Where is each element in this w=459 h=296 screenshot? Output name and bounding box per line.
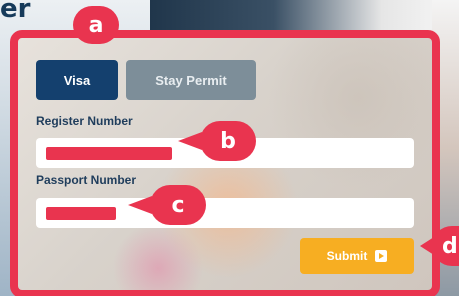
page: er Visa Stay Permit Register Number Pass…: [0, 0, 459, 296]
page-heading-fragment: er: [0, 0, 31, 24]
passport-number-label: Passport Number: [36, 173, 137, 187]
visa-check-form: Visa Stay Permit Register Number Passpor…: [10, 30, 440, 296]
register-number-redaction: [46, 147, 172, 160]
callout-b: b: [178, 121, 256, 161]
tab-stay-permit[interactable]: Stay Permit: [126, 60, 256, 100]
passport-number-field[interactable]: [36, 198, 414, 228]
register-number-label: Register Number: [36, 114, 133, 128]
passport-number-redaction: [46, 207, 116, 220]
submit-label: Submit: [326, 249, 368, 263]
tab-visa[interactable]: Visa: [36, 60, 118, 100]
arrow-right-box-icon: [375, 250, 388, 262]
callout-c: c: [128, 185, 206, 225]
callout-a: a: [73, 6, 119, 44]
submit-button[interactable]: Submit: [300, 238, 414, 274]
